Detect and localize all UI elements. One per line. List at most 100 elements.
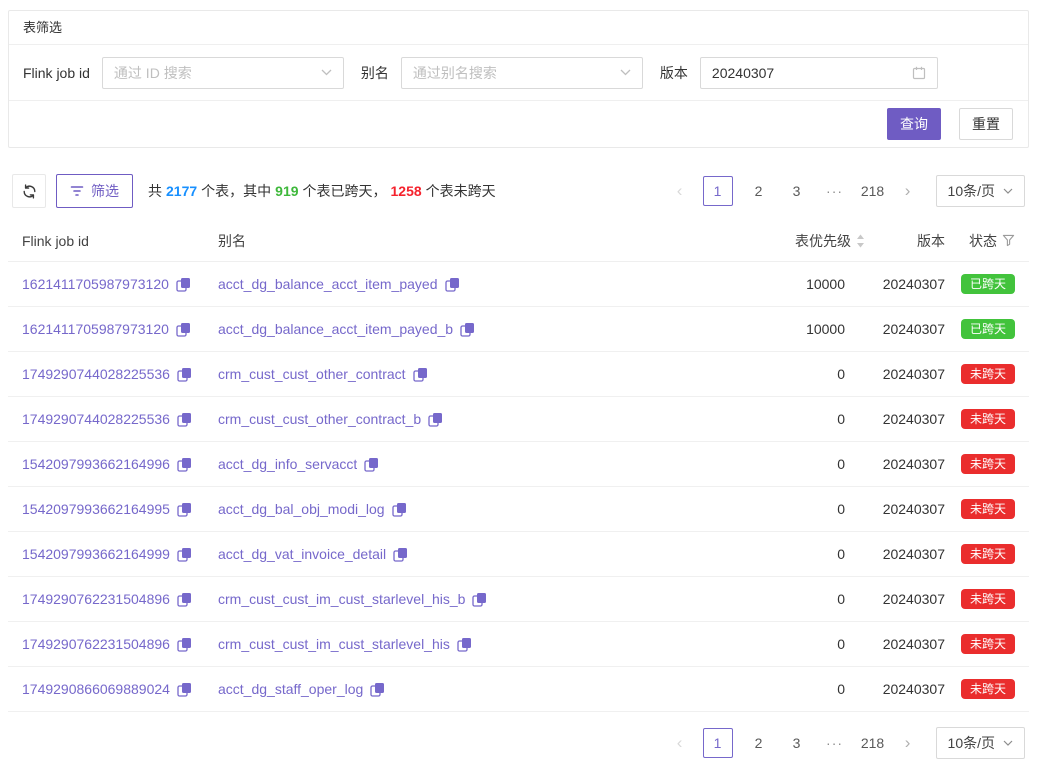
summary-text: 共2177个表，其中919个表已跨天，1258个表未跨天 xyxy=(148,181,496,201)
flink-job-id-link[interactable]: 1542097993662164999 xyxy=(22,546,170,562)
flink-job-id-link[interactable]: 1749290762231504896 xyxy=(22,636,170,652)
alias-link[interactable]: acct_dg_staff_oper_log xyxy=(218,681,363,697)
column-header-version[interactable]: 版本 xyxy=(845,231,945,251)
table-row: 1621411705987973120 acct_dg_balance_acct… xyxy=(8,262,1029,307)
pagination-ellipsis[interactable]: ··· xyxy=(823,176,847,206)
query-button[interactable]: 查询 xyxy=(887,108,941,140)
flink-job-id-select[interactable]: 通过 ID 搜索 xyxy=(102,57,344,89)
version-date-input[interactable]: 20240307 xyxy=(700,57,938,89)
version-value: 20240307 xyxy=(712,65,912,81)
pagination-page-2[interactable]: 2 xyxy=(747,728,771,758)
alias-link[interactable]: acct_dg_balance_acct_item_payed xyxy=(218,276,438,292)
summary-uncrossed-count: 1258 xyxy=(391,183,422,199)
copy-icon[interactable] xyxy=(428,412,443,427)
filter-lines-icon xyxy=(70,185,84,197)
pagination-next-button[interactable]: › xyxy=(896,176,920,206)
alias-link[interactable]: acct_dg_bal_obj_modi_log xyxy=(218,501,385,517)
alias-cell: crm_cust_cust_im_cust_starlevel_his_b xyxy=(218,591,620,607)
reset-button[interactable]: 重置 xyxy=(959,108,1013,140)
flink-job-id-cell: 1542097993662164999 xyxy=(22,546,218,562)
alias-select[interactable]: 通过别名搜索 xyxy=(401,57,643,89)
copy-icon[interactable] xyxy=(457,637,472,652)
column-header-priority[interactable]: 表优先级 xyxy=(620,231,845,251)
pagination-page-3[interactable]: 3 xyxy=(785,176,809,206)
pagination-page-last[interactable]: 218 xyxy=(861,728,885,758)
bottom-pagination: ‹ 1 2 3 ··· 218 › 10条/页 xyxy=(664,727,1025,759)
version-cell: 20240307 xyxy=(845,591,945,607)
flink-job-id-link[interactable]: 1749290744028225536 xyxy=(22,411,170,427)
flink-job-id-cell: 1542097993662164995 xyxy=(22,501,218,517)
pagination-page-2[interactable]: 2 xyxy=(747,176,771,206)
chevron-down-icon xyxy=(321,69,332,76)
version-cell: 20240307 xyxy=(845,546,945,562)
table-row: 1621411705987973120 acct_dg_balance_acct… xyxy=(8,307,1029,352)
flink-job-id-link[interactable]: 1749290762231504896 xyxy=(22,591,170,607)
alias-link[interactable]: crm_cust_cust_im_cust_starlevel_his_b xyxy=(218,591,465,607)
copy-icon[interactable] xyxy=(177,682,192,697)
flink-job-id-link[interactable]: 1621411705987973120 xyxy=(22,276,169,292)
copy-icon[interactable] xyxy=(177,412,192,427)
copy-icon[interactable] xyxy=(370,682,385,697)
pagination-page-3[interactable]: 3 xyxy=(785,728,809,758)
alias-cell: crm_cust_cust_other_contract xyxy=(218,366,620,382)
copy-icon[interactable] xyxy=(413,367,428,382)
flink-job-id-cell: 1542097993662164996 xyxy=(22,456,218,472)
copy-icon[interactable] xyxy=(364,457,379,472)
column-header-flink-job-id[interactable]: Flink job id xyxy=(22,233,218,249)
filter-funnel-icon[interactable] xyxy=(1002,234,1015,247)
copy-icon[interactable] xyxy=(177,637,192,652)
copy-icon[interactable] xyxy=(177,502,192,517)
copy-icon[interactable] xyxy=(445,277,460,292)
copy-icon[interactable] xyxy=(176,277,191,292)
summary-part1: 共 xyxy=(148,183,162,199)
filter-button[interactable]: 筛选 xyxy=(56,174,133,208)
copy-icon[interactable] xyxy=(460,322,475,337)
status-cell: 未跨天 xyxy=(945,364,1015,384)
alias-link[interactable]: acct_dg_info_servacct xyxy=(218,456,357,472)
copy-icon[interactable] xyxy=(393,547,408,562)
flink-job-id-link[interactable]: 1749290744028225536 xyxy=(22,366,170,382)
alias-link[interactable]: crm_cust_cust_other_contract_b xyxy=(218,411,421,427)
flink-job-id-link[interactable]: 1749290866069889024 xyxy=(22,681,170,697)
copy-icon[interactable] xyxy=(177,547,192,562)
priority-cell: 0 xyxy=(620,636,845,652)
alias-link[interactable]: acct_dg_vat_invoice_detail xyxy=(218,546,386,562)
pagination-next-button[interactable]: › xyxy=(896,728,920,758)
priority-cell: 0 xyxy=(620,411,845,427)
chevron-down-icon xyxy=(1003,188,1013,194)
summary-part4: 个表未跨天 xyxy=(426,183,496,199)
pagination-prev-button[interactable]: ‹ xyxy=(668,176,692,206)
page-size-select[interactable]: 10条/页 xyxy=(936,175,1025,207)
pagination-page-1[interactable]: 1 xyxy=(703,728,733,758)
pagination-page-last[interactable]: 218 xyxy=(861,176,885,206)
alias-link[interactable]: acct_dg_balance_acct_item_payed_b xyxy=(218,321,453,337)
copy-icon[interactable] xyxy=(472,592,487,607)
alias-placeholder: 通过别名搜索 xyxy=(413,63,620,83)
table-row: 1749290762231504896 crm_cust_cust_im_cus… xyxy=(8,622,1029,667)
column-header-status[interactable]: 状态 xyxy=(945,231,1015,251)
pagination-page-1[interactable]: 1 xyxy=(703,176,733,206)
flink-job-id-link[interactable]: 1542097993662164995 xyxy=(22,501,170,517)
summary-part2: 个表，其中 xyxy=(201,183,271,199)
priority-cell: 0 xyxy=(620,591,845,607)
alias-link[interactable]: crm_cust_cust_im_cust_starlevel_his xyxy=(218,636,450,652)
flink-job-id-link[interactable]: 1542097993662164996 xyxy=(22,456,170,472)
status-cell: 未跨天 xyxy=(945,544,1015,564)
copy-icon[interactable] xyxy=(176,322,191,337)
page-size-select[interactable]: 10条/页 xyxy=(936,727,1025,759)
column-header-alias[interactable]: 别名 xyxy=(218,231,620,251)
table-header-row: Flink job id 别名 表优先级 版本 状态 xyxy=(8,220,1029,262)
copy-icon[interactable] xyxy=(177,592,192,607)
pagination-prev-button[interactable]: ‹ xyxy=(668,728,692,758)
flink-job-id-cell: 1749290762231504896 xyxy=(22,636,218,652)
refresh-button[interactable] xyxy=(12,174,46,208)
alias-cell: acct_dg_info_servacct xyxy=(218,456,620,472)
pagination-ellipsis[interactable]: ··· xyxy=(823,728,847,758)
priority-cell: 0 xyxy=(620,456,845,472)
alias-link[interactable]: crm_cust_cust_other_contract xyxy=(218,366,406,382)
copy-icon[interactable] xyxy=(177,457,192,472)
copy-icon[interactable] xyxy=(392,502,407,517)
flink-job-id-link[interactable]: 1621411705987973120 xyxy=(22,321,169,337)
copy-icon[interactable] xyxy=(177,367,192,382)
filter-fields-row: Flink job id 通过 ID 搜索 别名 通过别名搜索 版本 20240… xyxy=(9,45,1028,101)
